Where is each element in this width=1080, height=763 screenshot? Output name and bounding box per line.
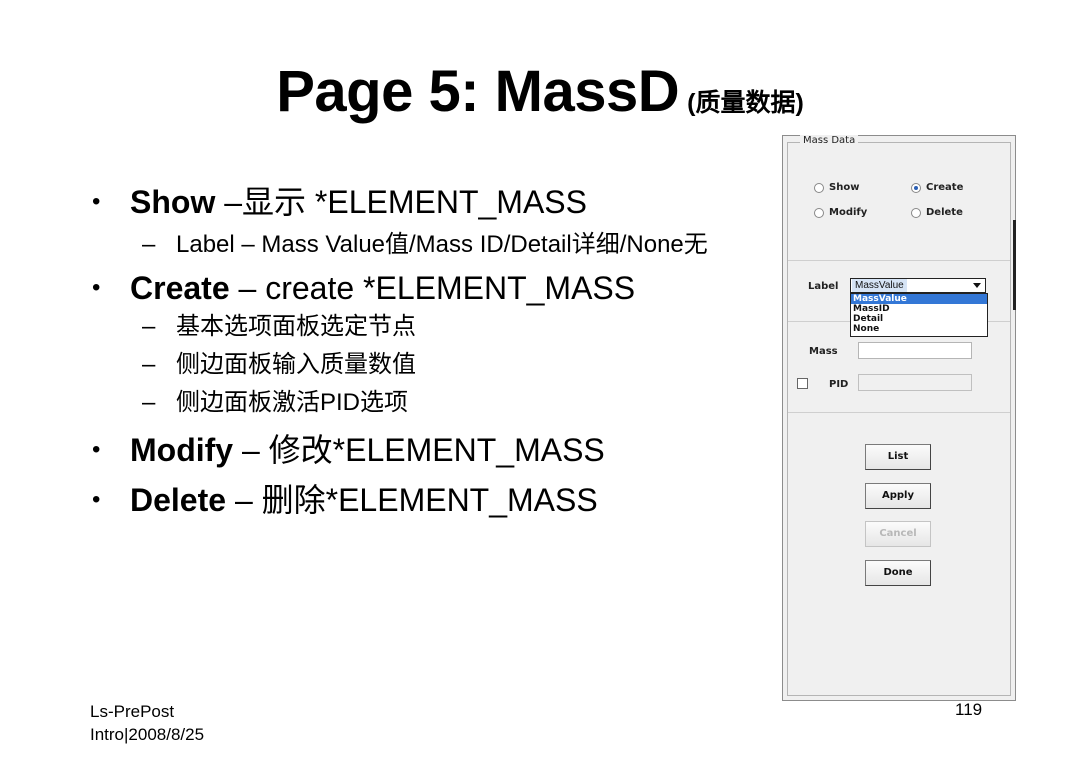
radio-show[interactable]: Show bbox=[814, 182, 859, 193]
dropdown-option-none[interactable]: None bbox=[851, 324, 987, 334]
bullet-modify-text: – 修改*ELEMENT_MASS bbox=[233, 432, 605, 468]
mass-input[interactable] bbox=[858, 342, 972, 359]
dropdown-option-detail[interactable]: Detail bbox=[851, 314, 987, 324]
done-button[interactable]: Done bbox=[865, 560, 931, 586]
dropdown-options-list: MassValue MassID Detail None bbox=[850, 293, 988, 337]
list-button[interactable]: List bbox=[865, 444, 931, 470]
radio-modify[interactable]: Modify bbox=[814, 207, 867, 218]
bullet-list: • Show –显示 *ELEMENT_MASS – Label – Mass Va… bbox=[90, 182, 740, 520]
slide-title: Page 5: MassD (质量数据) bbox=[0, 58, 1080, 125]
sub-bullet-text: Label – Mass Value值/Mass ID/Detail详细/Non… bbox=[176, 231, 708, 258]
sub-bullet-create-2: – 侧边面板输入质量数值 bbox=[90, 349, 740, 380]
bullet-modify-name: Modify bbox=[130, 432, 234, 468]
divider bbox=[788, 260, 1010, 261]
page-number: 119 bbox=[955, 700, 983, 719]
mass-label: Mass bbox=[809, 346, 838, 357]
bullet-create-name: Create bbox=[130, 270, 230, 306]
sub-bullet-text: 侧边面板激活PID选项 bbox=[176, 389, 409, 416]
dash-icon: – bbox=[142, 313, 156, 340]
dropdown-option-massid[interactable]: MassID bbox=[851, 304, 987, 314]
radio-show-label: Show bbox=[829, 182, 860, 193]
bullet-show-name: Show bbox=[130, 184, 216, 220]
divider bbox=[788, 412, 1010, 413]
pid-label: PID bbox=[829, 379, 849, 390]
sub-bullet-create-3: – 侧边面板激活PID选项 bbox=[90, 387, 740, 418]
bullet-delete: • Delete – 删除*ELEMENT_MASS bbox=[90, 480, 740, 520]
radio-delete-label: Delete bbox=[926, 207, 963, 218]
bullet-create-text: – create *ELEMENT_MASS bbox=[229, 270, 636, 306]
sub-bullet-text: 侧边面板输入质量数值 bbox=[176, 351, 416, 378]
bullet-dot-icon: • bbox=[92, 486, 101, 513]
bullet-dot-icon: • bbox=[92, 274, 101, 301]
radio-circle-icon bbox=[814, 207, 824, 218]
footer-line-2: Intro|2008/8/25 bbox=[90, 725, 205, 744]
bullet-create: • Create – create *ELEMENT_MASS bbox=[90, 268, 740, 308]
scrollbar-edge bbox=[1013, 220, 1016, 310]
bullet-delete-text: – 删除*ELEMENT_MASS bbox=[226, 482, 598, 518]
radio-modify-label: Modify bbox=[829, 207, 868, 218]
footer-source: Ls-PrePost Intro|2008/8/25 bbox=[90, 700, 204, 746]
radio-circle-icon bbox=[911, 207, 921, 218]
footer-line-1: Ls-PrePost bbox=[90, 702, 175, 721]
slide-title-sub: (质量数据) bbox=[687, 89, 804, 117]
radio-delete[interactable]: Delete bbox=[911, 207, 963, 218]
mass-data-panel: Mass Data Show Create Modify Delete Labe… bbox=[782, 135, 1016, 701]
bullet-dot-icon: • bbox=[92, 436, 101, 463]
bullet-show-text: –显示 *ELEMENT_MASS bbox=[215, 184, 587, 220]
mass-data-group: Mass Data bbox=[787, 135, 1011, 696]
chevron-down-icon[interactable] bbox=[973, 283, 981, 288]
radio-circle-icon bbox=[814, 182, 824, 193]
pid-checkbox[interactable] bbox=[797, 378, 808, 389]
cancel-button[interactable]: Cancel bbox=[865, 521, 931, 547]
pid-input[interactable] bbox=[858, 374, 972, 391]
label-dropdown[interactable]: MassValue bbox=[850, 278, 986, 293]
dash-icon: – bbox=[142, 231, 156, 258]
sub-bullet-show-label: – Label – Mass Value值/Mass ID/Detail详细/No… bbox=[90, 229, 740, 260]
group-title: Mass Data bbox=[800, 135, 859, 146]
sub-bullet-text: 基本选项面板选定节点 bbox=[176, 313, 416, 340]
dash-icon: – bbox=[142, 351, 156, 378]
bullet-show: • Show –显示 *ELEMENT_MASS bbox=[90, 182, 740, 222]
dash-icon: – bbox=[142, 389, 156, 416]
dropdown-option-massvalue[interactable]: MassValue bbox=[851, 294, 987, 304]
bullet-dot-icon: • bbox=[92, 188, 101, 215]
bullet-modify: • Modify – 修改*ELEMENT_MASS bbox=[90, 430, 740, 470]
label-field-label: Label bbox=[808, 281, 839, 292]
apply-button[interactable]: Apply bbox=[865, 483, 931, 509]
radio-selected-icon bbox=[911, 182, 921, 193]
sub-bullet-create-1: – 基本选项面板选定节点 bbox=[90, 311, 740, 342]
radio-create[interactable]: Create bbox=[911, 182, 963, 193]
radio-create-label: Create bbox=[926, 182, 964, 193]
dropdown-value: MassValue bbox=[852, 279, 907, 292]
bullet-delete-name: Delete bbox=[130, 482, 227, 518]
slide-title-main: Page 5: MassD bbox=[276, 59, 680, 124]
